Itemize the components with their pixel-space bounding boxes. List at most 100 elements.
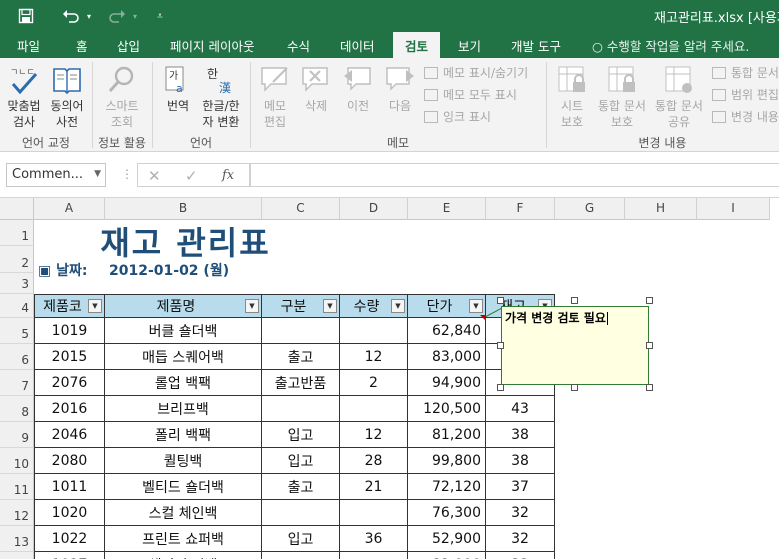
tab-view[interactable]: 보기 [458,36,481,55]
save-icon[interactable] [14,6,38,26]
table-cell[interactable]: 출고 [262,344,340,370]
table-cell[interactable]: 32 [486,552,555,559]
show-hide-memo-button[interactable]: 메모 표시/숨기기 [424,64,528,81]
share-workbook-button[interactable]: 통합 문서 공유 [651,64,707,130]
show-all-memos-button[interactable]: 메모 모두 표시 [424,86,517,103]
table-cell[interactable]: 출고반품 [262,370,340,396]
table-cell[interactable]: 21 [340,474,408,500]
table-cell[interactable]: 2046 [34,422,105,448]
table-cell[interactable] [340,396,408,422]
thesaurus-button[interactable]: 동의어 사전 [46,64,88,130]
table-cell[interactable]: 83,000 [408,344,486,370]
filter-dropdown-icon[interactable]: ▼ [245,299,259,313]
table-cell[interactable]: 롤업 백팩 [105,370,262,396]
protect-workbook-button[interactable]: 통합 문서 보호 [594,64,650,130]
table-cell[interactable]: 출고 [262,474,340,500]
table-cell[interactable]: 38 [486,448,555,474]
undo-icon[interactable] [58,6,84,26]
row-header-12[interactable]: 12 [0,500,34,526]
table-cell[interactable]: 94,900 [408,370,486,396]
row-header-4[interactable]: 4 [0,294,34,318]
row-header-13[interactable]: 13 [0,526,34,552]
resize-handle[interactable] [646,297,653,304]
table-cell[interactable]: 32 [486,500,555,526]
column-header-h[interactable]: H [625,198,697,220]
table-cell[interactable]: 12 [340,422,408,448]
column-header-c[interactable]: C [262,198,340,220]
table-cell[interactable]: 52,900 [408,526,486,552]
resize-handle[interactable] [646,384,653,391]
table-cell[interactable]: 2 [340,370,408,396]
table-cell[interactable]: 99,800 [408,448,486,474]
select-all-corner[interactable] [0,198,34,220]
table-cell[interactable] [262,318,340,344]
tab-formulas[interactable]: 수식 [287,36,310,55]
table-cell[interactable]: 81,200 [408,422,486,448]
table-cell[interactable]: 폴리 백팩 [105,422,262,448]
chevron-down-icon[interactable]: ▼ [94,169,101,179]
column-header-i[interactable]: I [697,198,770,220]
table-cell[interactable]: 버클 숄더백 [105,318,262,344]
row-header-3[interactable]: 3 [0,273,34,294]
table-cell[interactable]: 32 [486,526,555,552]
insert-function-icon[interactable]: fx [222,168,234,183]
column-header-g[interactable]: G [555,198,625,220]
table-cell[interactable]: 1020 [34,500,105,526]
column-header-b[interactable]: B [105,198,262,220]
smart-lookup-button[interactable]: 스마트 조회 [100,64,144,130]
resize-handle[interactable] [497,342,504,349]
table-cell[interactable]: 36 [340,526,408,552]
show-ink-button[interactable]: 잉크 표시 [424,108,491,125]
column-header-f[interactable]: F [486,198,555,220]
column-header-e[interactable]: E [408,198,486,220]
table-cell[interactable] [262,396,340,422]
table-cell[interactable] [340,500,408,526]
table-cell[interactable]: 벨티드 숄더백 [105,474,262,500]
table-cell[interactable]: 2076 [34,370,105,396]
edit-memo-button[interactable]: 메모 편집 [256,64,294,130]
tab-developer[interactable]: 개발 도구 [511,36,561,55]
table-cell[interactable]: 프린트 쇼퍼백 [105,526,262,552]
row-header-7[interactable]: 7 [0,370,34,396]
table-cell[interactable] [340,552,408,559]
row-header-11[interactable]: 11 [0,474,34,500]
table-cell[interactable]: 72,120 [408,474,486,500]
comment-text[interactable]: 가격 변경 검토 필요 [505,311,606,325]
tab-review[interactable]: 검토 [393,32,441,58]
table-cell[interactable]: 62,840 [408,318,486,344]
table-cell[interactable]: 2080 [34,448,105,474]
resize-handle[interactable] [646,342,653,349]
table-cell[interactable]: 1022 [34,526,105,552]
resize-handle[interactable] [571,384,578,391]
tell-me-box[interactable]: ○ 수행할 작업을 알려 주세요. [592,36,749,55]
cancel-icon[interactable]: ✕ [148,167,161,185]
table-header-cell[interactable]: 제품명 ▼ [105,294,262,318]
table-cell[interactable]: 퀼팅백 [105,448,262,474]
protect-share-button[interactable]: 통합 문서 [712,64,779,81]
row-header-10[interactable]: 10 [0,448,34,474]
resize-handle[interactable] [497,297,504,304]
formula-input[interactable] [250,163,779,187]
next-memo-button[interactable]: 다음 [382,64,418,114]
filter-dropdown-icon[interactable]: ▼ [469,299,483,313]
drag-handle-icon[interactable]: ⋮ [121,167,133,181]
tab-insert[interactable]: 삽입 [117,36,140,55]
table-header-cell[interactable]: 제품코 ▼ [34,294,105,318]
resize-handle[interactable] [571,297,578,304]
tab-home[interactable]: 홈 [76,36,88,55]
filter-dropdown-icon[interactable]: ▼ [323,299,337,313]
filter-dropdown-icon[interactable]: ▼ [88,299,102,313]
table-cell[interactable]: 12 [340,344,408,370]
delete-memo-button[interactable]: 삭제 [298,64,334,114]
filter-dropdown-icon[interactable]: ▼ [391,299,405,313]
row-header-5[interactable]: 5 [0,318,34,344]
resize-handle[interactable] [497,384,504,391]
worksheet-grid[interactable]: ABCDEFGHI1234567891011121314재고 관리표▣ 날짜:2… [0,198,779,559]
translate-button[interactable]: 가a 번역 [160,64,196,114]
tab-data[interactable]: 데이터 [340,36,375,55]
tab-page-layout[interactable]: 페이지 레이아웃 [170,36,254,55]
column-header-a[interactable]: A [34,198,105,220]
table-cell[interactable]: 43 [486,396,555,422]
table-cell[interactable]: 입고 [262,448,340,474]
enter-icon[interactable]: ✓ [185,167,198,185]
